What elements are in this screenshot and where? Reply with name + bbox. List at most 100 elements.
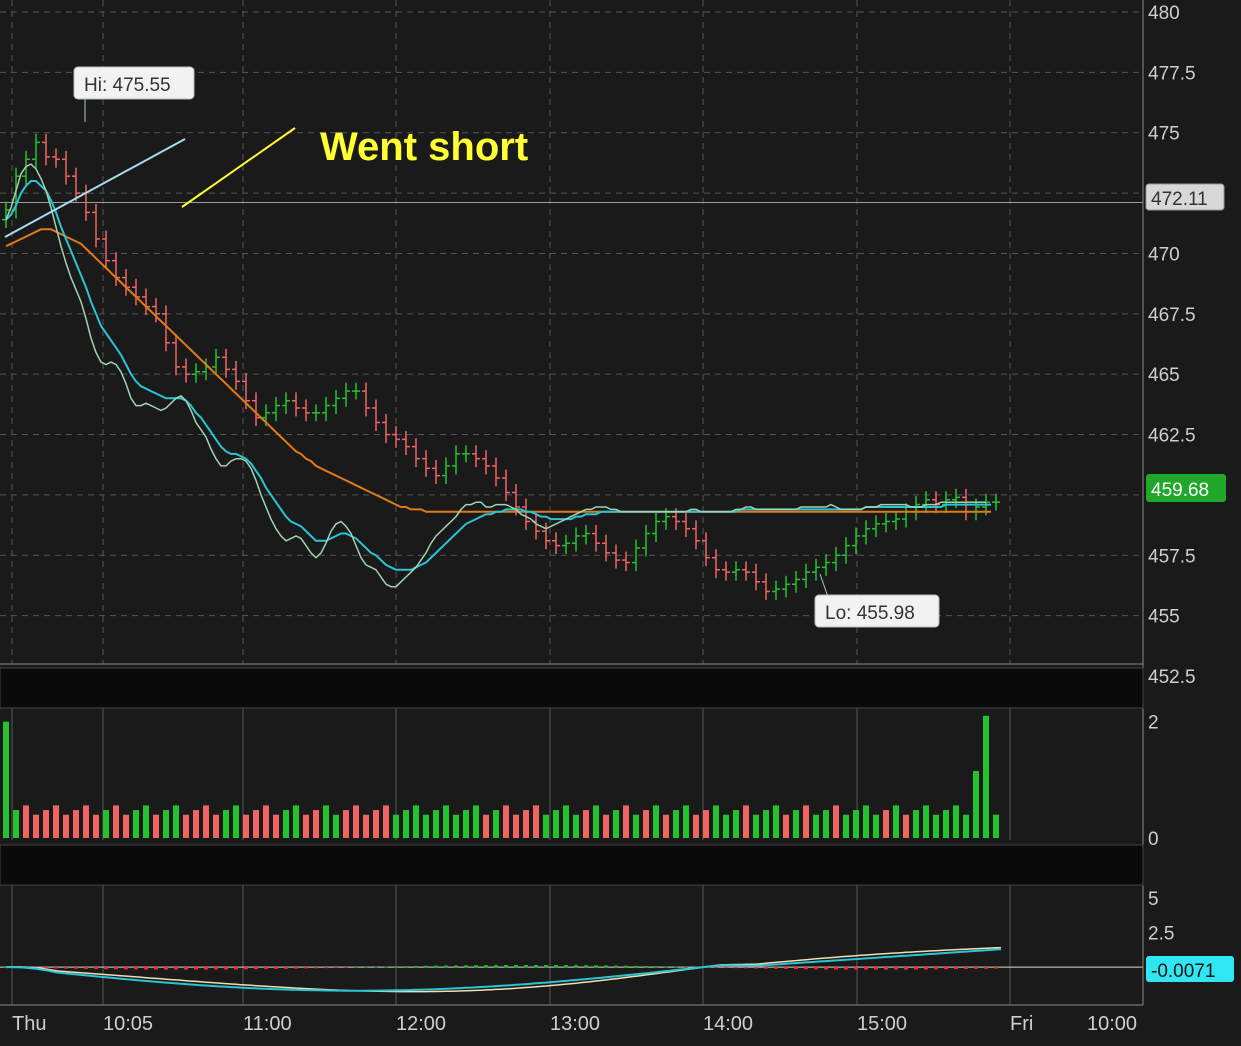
price-tick-label: 455: [1148, 607, 1180, 628]
volume-bar: [513, 814, 519, 838]
macd-hist-bar: [104, 967, 108, 970]
volume-bar: [913, 810, 919, 838]
macd-hist-bar: [484, 965, 488, 968]
price-tick-label: 457.5: [1148, 546, 1196, 567]
volume-bar: [113, 805, 119, 838]
volume-bar: [13, 810, 19, 838]
volume-bar: [593, 805, 599, 838]
macd-hist-bar: [784, 967, 788, 969]
price-tick-label: 470: [1148, 244, 1180, 265]
volume-bar: [713, 805, 719, 838]
volume-bar: [813, 814, 819, 838]
time-tick-label: Fri: [1010, 1013, 1033, 1035]
macd-hist-bar: [764, 967, 768, 969]
volume-bar: [823, 810, 829, 838]
macd-hist-bar: [944, 967, 948, 970]
macd-hist-bar: [444, 965, 448, 968]
macd-hist-bar: [794, 967, 798, 970]
crosshair-badge: 472.11: [1145, 183, 1225, 211]
macd-hist-bar: [414, 966, 418, 968]
volume-bar: [953, 805, 959, 838]
volume-tick-label: 2: [1148, 713, 1159, 734]
volume-bar: [103, 810, 109, 838]
volume-bar: [313, 810, 319, 838]
hi-label: Hi: 475.55: [84, 75, 171, 96]
volume-bar: [943, 810, 949, 838]
macd-hist-bar: [464, 965, 468, 968]
macd-hist-bar: [114, 967, 118, 970]
volume-bar: [63, 814, 69, 838]
macd-hist-bar: [804, 967, 808, 970]
volume-bar: [613, 810, 619, 838]
volume-bar: [693, 814, 699, 838]
macd-hist-bar: [424, 965, 428, 968]
macd-hist-bar: [134, 967, 138, 970]
volume-bar: [533, 805, 539, 838]
macd-hist-bar: [234, 967, 238, 970]
macd-hist-bar: [144, 967, 148, 970]
macd-hist-bar: [844, 967, 848, 970]
macd-hist-bar: [554, 965, 558, 968]
macd-hist-bar: [644, 966, 648, 968]
volume-bar: [673, 810, 679, 838]
macd-hist-bar: [184, 967, 188, 970]
time-tick-label: 10:00: [1087, 1013, 1137, 1035]
macd-hist-bar: [64, 967, 68, 969]
volume-bar: [703, 810, 709, 838]
macd-hist-bar: [834, 967, 838, 970]
volume-tick-label: 0: [1148, 829, 1159, 850]
macd-hist-bar: [344, 967, 348, 968]
last-price-label: 459.68: [1151, 480, 1209, 501]
macd-hist-bar: [224, 967, 228, 970]
volume-bar: [903, 814, 909, 838]
volume-bar: [603, 814, 609, 838]
volume-bar: [883, 810, 889, 838]
macd-hist-bar: [244, 967, 248, 970]
volume-bar: [773, 805, 779, 838]
macd-hist-bar: [724, 967, 728, 969]
macd-hist-bar: [174, 967, 178, 970]
macd-hist-bar: [634, 965, 638, 968]
volume-bar: [763, 810, 769, 838]
volume-bar: [273, 814, 279, 838]
volume-bar: [733, 810, 739, 838]
volume-bar: [783, 814, 789, 838]
macd-hist-bar: [754, 967, 758, 969]
macd-hist-bar: [594, 965, 598, 968]
volume-bar: [863, 805, 869, 838]
volume-bar: [493, 810, 499, 838]
macd-hist-bar: [194, 967, 198, 970]
macd-hist-bar: [624, 965, 628, 968]
macd-hist-bar: [954, 967, 958, 970]
volume-bar: [433, 810, 439, 838]
volume-bar: [833, 805, 839, 838]
volume-bar: [553, 810, 559, 838]
macd-hist-bar: [84, 967, 88, 969]
macd-hist-bar: [824, 967, 828, 970]
macd-hist-bar: [884, 967, 888, 970]
macd-hist-bar: [774, 967, 778, 969]
volume-bar: [793, 810, 799, 838]
volume-bar: [233, 805, 239, 838]
volume-bar: [473, 805, 479, 838]
volume-bar: [663, 814, 669, 838]
macd-hist-bar: [604, 965, 608, 968]
volume-bar: [543, 814, 549, 838]
macd-hist-bar: [434, 965, 438, 968]
macd-hist-bar: [164, 967, 168, 970]
volume-bar: [653, 805, 659, 838]
volume-bar: [633, 814, 639, 838]
volume-bar: [993, 814, 999, 838]
macd-last-label: -0.0071: [1151, 961, 1215, 982]
macd-hist-bar: [274, 967, 278, 969]
macd-hist-bar: [564, 965, 568, 968]
macd-hist-bar: [514, 965, 518, 968]
price-tick-label: 465: [1148, 365, 1180, 386]
macd-hist-bar: [924, 967, 928, 970]
macd-hist-bar: [74, 967, 78, 969]
time-tick-label: 14:00: [703, 1013, 753, 1035]
macd-hist-bar: [974, 967, 978, 969]
price-tick-label: 452.5: [1148, 667, 1196, 688]
macd-hist-bar: [294, 967, 298, 969]
volume-bar: [23, 805, 29, 838]
